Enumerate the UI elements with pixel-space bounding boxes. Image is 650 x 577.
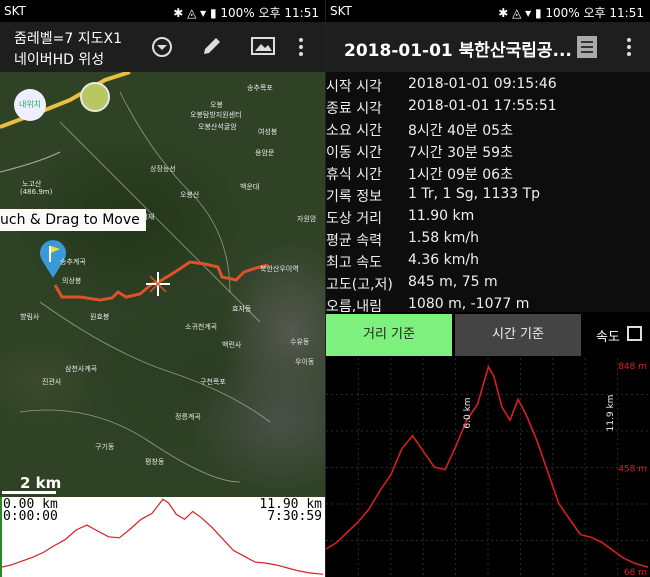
map-label: 삼천사계곡 — [65, 365, 98, 373]
info-row: 이동 시간 7시간 30분 59초 — [326, 145, 513, 161]
chart-mode-bar: 거리 기준 시간 기준 속도 — [326, 312, 650, 358]
info-row: 고도(고,저) 845 m, 75 m — [326, 274, 498, 293]
track-info-list: 시작 시각 2018-01-01 09:15:46 종료 시각 2018-01-01… — [326, 72, 650, 315]
info-row: 종료 시각 2018-01-01 17:55:51 — [326, 98, 557, 117]
overflow-menu-icon[interactable] — [624, 37, 634, 57]
map-label: 오봉탐방지원센터 — [190, 111, 242, 119]
clock-label: 오후 11:51 — [583, 6, 644, 20]
scale-label: 2 km — [20, 474, 62, 492]
status-bar: SKT ✱ ◬ ▾ ▮ 100% 오후 11:51 — [326, 0, 650, 22]
map-label: 오봉 — [210, 101, 223, 109]
info-row: 휴식 시간 1시간 09분 06초 — [326, 167, 513, 183]
info-row: 기록 정보 1 Tr, 1 Sg, 1133 Tp — [326, 186, 541, 205]
map-label: 여성봉 — [258, 128, 278, 136]
map-label: 원효봉 — [90, 313, 110, 321]
elevation-chart[interactable]: 848 m458 m68 m0.0 km6.0 km11.9 km — [326, 358, 650, 577]
map-label: 백련사 — [222, 341, 242, 349]
track-app-bar: 2018-01-01 북한산국립공... — [326, 22, 650, 72]
x-tick-label: 11.9 km — [606, 395, 616, 432]
map-label: 구기동 — [95, 443, 115, 451]
map-screen: SKT ✱ ◬ ▾ ▮ 100% 오후 11:51 줌레벨=7 지도X1 네이버… — [0, 0, 325, 577]
map-label: 오봉산석굴암 — [198, 123, 237, 131]
clock-label: 오후 11:51 — [258, 6, 319, 20]
total-time: 7:30:59 — [267, 509, 322, 524]
map-label: (486.9m) — [20, 188, 53, 196]
map-label: 자원암 — [297, 215, 317, 223]
info-row: 도상 거리 11.90 km — [326, 208, 475, 227]
time-basis-button[interactable]: 시간 기준 — [455, 314, 581, 356]
map-label: 우이동 — [295, 358, 315, 366]
carrier-label: SKT — [4, 4, 26, 18]
current-time: 0:00:00 — [3, 509, 58, 524]
info-row: 최고 속도 4.36 km/h — [326, 252, 479, 271]
map-label: 오봉산 — [180, 191, 200, 199]
info-row: 평균 속력 1.58 km/h — [326, 230, 479, 249]
track-detail-screen: SKT ✱ ◬ ▾ ▮ 100% 오후 11:51 2018-01-01 북한산… — [326, 0, 650, 577]
touch-drag-toast: uch & Drag to Move — [0, 209, 146, 231]
map-app-bar: 줌레벨=7 지도X1 네이버HD 위성 — [0, 22, 325, 72]
y-tick-label: 848 m — [618, 362, 647, 372]
battery-label: 100% — [545, 6, 580, 20]
poi-marker-icon[interactable] — [80, 82, 110, 112]
info-row: 소요 시간 8시간 40분 05초 — [326, 123, 513, 139]
elevation-chart-svg: 848 m458 m68 m0.0 km6.0 km11.9 km — [326, 358, 650, 577]
map-label: 의상봉 — [62, 277, 82, 285]
carrier-label: SKT — [330, 4, 352, 18]
satellite-map[interactable]: 내위치 송추폭포 오봉 오봉탐방지원센터 오봉산석굴암 여성봉 노고산 (486… — [0, 72, 325, 497]
map-label: 효자동 — [232, 305, 252, 313]
map-label: 평창동 — [145, 458, 165, 466]
distance-basis-button[interactable]: 거리 기준 — [326, 314, 452, 356]
speed-label: 속도 — [596, 330, 620, 345]
map-label: 상장능선 — [150, 165, 176, 173]
scale-bar — [2, 491, 56, 494]
my-location-button[interactable]: 내위치 — [14, 89, 46, 121]
info-row: 시작 시각 2018-01-01 09:15:46 — [326, 76, 557, 95]
status-icons: ✱ ◬ ▾ ▮ — [173, 6, 221, 20]
map-label: 정릉계곡 — [175, 413, 201, 421]
y-tick-label: 458 m — [618, 465, 647, 475]
map-label: 구천폭포 — [200, 378, 226, 386]
map-label: 송추폭포 — [247, 84, 273, 92]
mini-elevation-profile[interactable]: 0.00 km 0:00:00 11.90 km 7:30:59 — [0, 497, 325, 577]
map-label: 북한산우이역 — [260, 265, 299, 273]
map-label: 용암문 — [255, 149, 275, 157]
map-label: 백운대 — [240, 183, 260, 191]
pencil-icon[interactable] — [200, 34, 224, 58]
dropdown-circle-icon[interactable] — [151, 36, 173, 58]
map-label: 진관사 — [42, 378, 62, 386]
status-icons: ✱ ◬ ▾ ▮ — [498, 6, 546, 20]
map-label: 송추계곡 — [60, 258, 86, 266]
zoom-level-label: 줌레벨=7 지도X1 — [14, 31, 122, 47]
status-bar: SKT ✱ ◬ ▾ ▮ 100% 오후 11:51 — [0, 0, 325, 22]
list-icon[interactable] — [576, 35, 598, 59]
map-label: 수유동 — [290, 338, 310, 346]
x-tick-label: 6.0 km — [463, 397, 473, 428]
map-source-label: 네이버HD 위성 — [14, 52, 105, 68]
my-location-label: 내위치 — [18, 100, 42, 109]
y-tick-label: 68 m — [624, 568, 647, 577]
map-layers-icon[interactable] — [250, 35, 276, 57]
track-title: 2018-01-01 북한산국립공... — [344, 41, 572, 61]
battery-label: 100% — [220, 6, 255, 20]
map-label: 향림사 — [20, 313, 40, 321]
map-label: 소귀천계곡 — [185, 323, 218, 331]
speed-checkbox[interactable] — [627, 326, 642, 341]
overflow-menu-icon[interactable] — [296, 37, 306, 57]
